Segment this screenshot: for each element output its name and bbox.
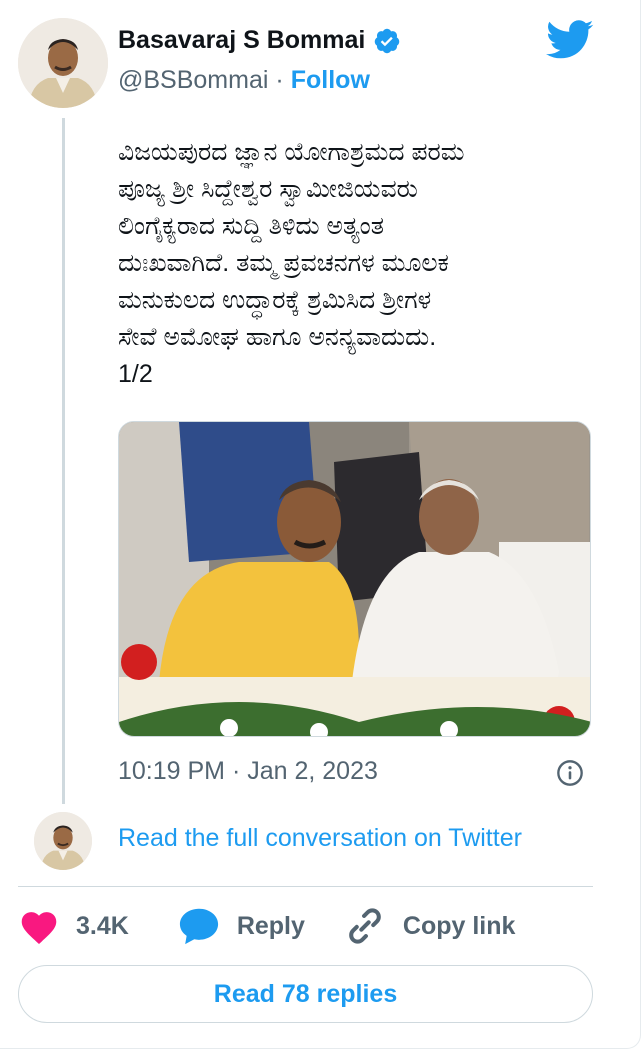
author-avatar-image: [18, 18, 108, 108]
copy-link-button[interactable]: Copy link: [343, 904, 516, 948]
conversation-avatar[interactable]: [34, 812, 92, 870]
author-avatar[interactable]: [18, 18, 108, 108]
separator-dot: ·: [275, 66, 284, 94]
like-count: 3.4K: [76, 911, 129, 940]
tweet-photo-image: [119, 422, 590, 736]
like-button[interactable]: 3.4K: [18, 907, 129, 945]
reply-button[interactable]: Reply: [177, 906, 305, 946]
reply-bubble-icon: [179, 908, 218, 945]
follow-button[interactable]: Follow: [291, 66, 370, 95]
info-icon[interactable]: [556, 759, 584, 787]
tweet-text: ವಿಜಯಪುರದ ಜ್ಞಾನ ಯೋಗಾಶ್ರಮದ ಪರಮ ಪೂಜ್ಯ ಶ್ರೀ …: [118, 138, 465, 388]
copy-link-label: Copy link: [402, 911, 516, 940]
twitter-bird-icon[interactable]: [546, 20, 594, 60]
thread-connector-line: [62, 118, 65, 804]
author-name[interactable]: Basavaraj S Bommai: [118, 26, 365, 55]
tweet-embed-card: Basavaraj S Bommai @BSBommai · Follow ವಿ…: [0, 0, 641, 1049]
tweet-photo[interactable]: [118, 421, 591, 737]
author-name-row: Basavaraj S Bommai: [118, 26, 401, 55]
author-handle-row: @BSBommai · Follow: [118, 66, 370, 95]
reply-label: Reply: [236, 911, 305, 940]
conversation-avatar-image: [34, 812, 92, 870]
read-full-conversation-link[interactable]: Read the full conversation on Twitter: [118, 824, 522, 853]
read-replies-button[interactable]: Read 78 replies: [18, 965, 593, 1023]
heart-icon: [21, 912, 57, 944]
verified-badge-icon: [375, 28, 400, 53]
tweet-timestamp[interactable]: 10:19 PM · Jan 2, 2023: [118, 757, 378, 786]
author-handle[interactable]: @BSBommai: [118, 66, 268, 95]
tweet-actions: 3.4K Reply Copy link: [18, 903, 515, 949]
link-icon: [349, 908, 381, 944]
divider: [18, 886, 593, 887]
